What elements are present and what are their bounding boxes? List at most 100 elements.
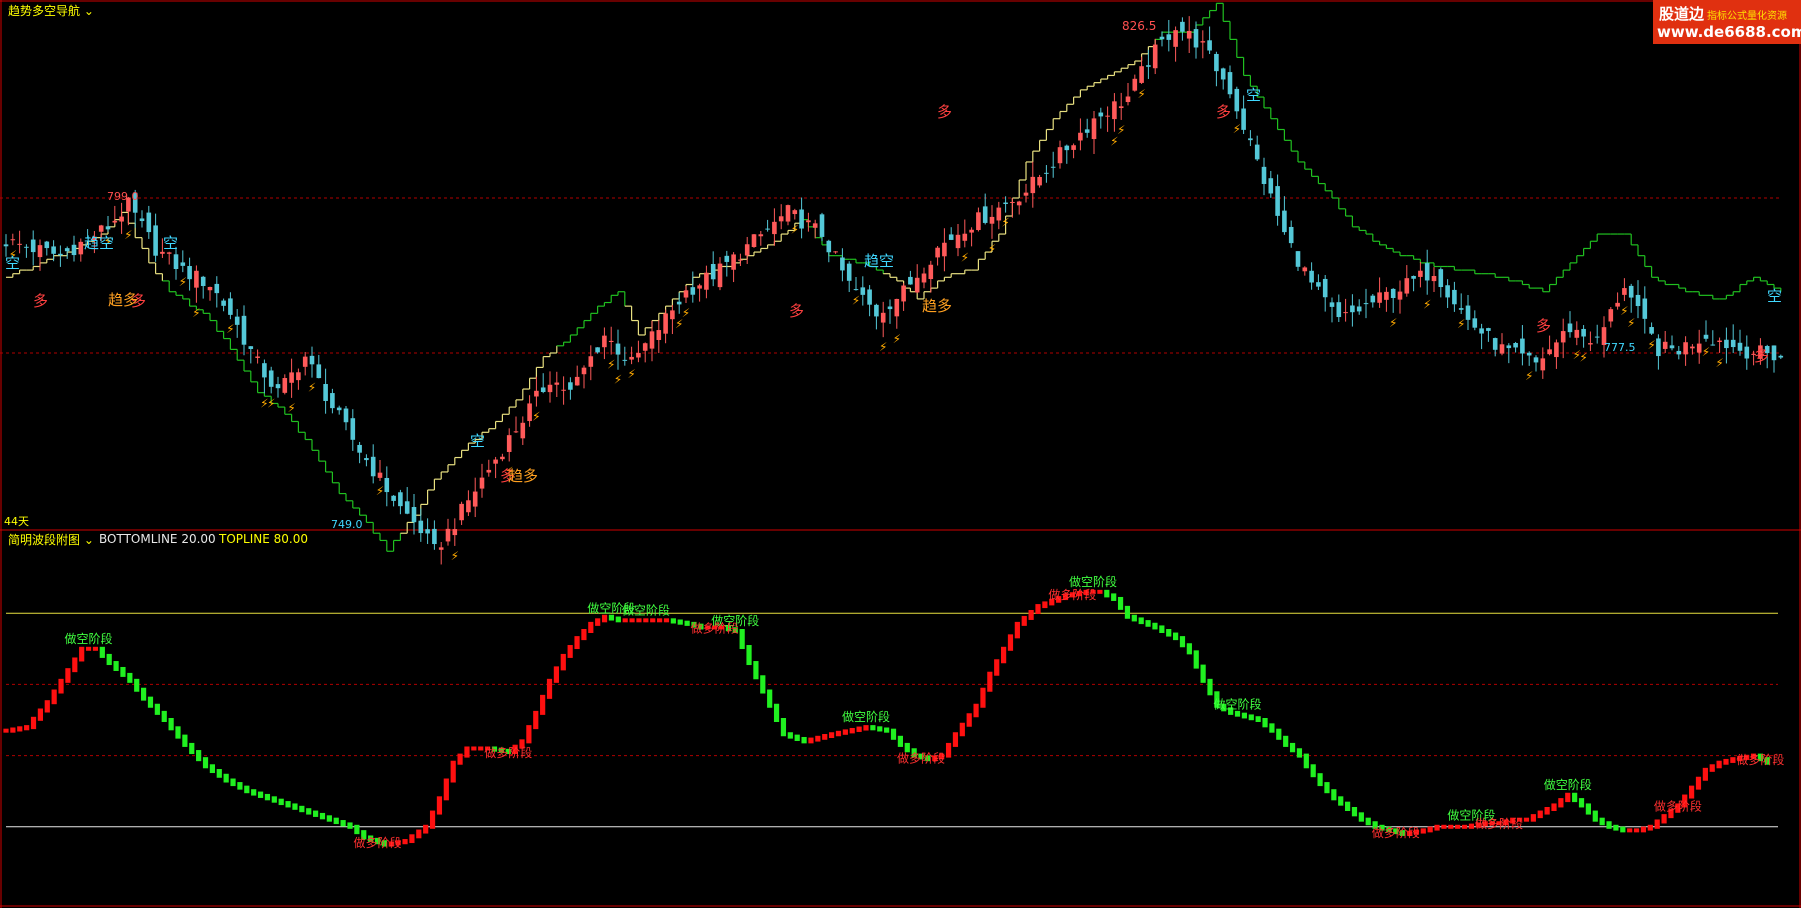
wave-bar [1723, 758, 1729, 765]
stage-label: 做空阶段 [622, 602, 670, 617]
wave-bar [677, 619, 683, 625]
wave-bar [1530, 814, 1536, 822]
candle-body [1479, 328, 1484, 334]
candle-body [391, 495, 396, 501]
wave-bar [37, 708, 43, 721]
candle-body [1588, 343, 1593, 345]
candle-body [1003, 202, 1008, 204]
candle-body [615, 343, 621, 355]
wave-bar [257, 791, 264, 798]
candle-body [44, 241, 50, 249]
candle-body [1737, 342, 1743, 351]
wave-bar [1276, 728, 1282, 740]
wave-bar [182, 734, 188, 747]
candle-body [602, 335, 607, 348]
candle-body [472, 491, 478, 507]
candle-body [1404, 278, 1410, 294]
candle-body [1248, 138, 1253, 141]
candle-body [1227, 72, 1233, 95]
wave-bar [1565, 792, 1571, 803]
candle-body [64, 248, 70, 252]
candle-body [908, 276, 913, 285]
candle-body [493, 459, 498, 464]
wave-bar [842, 729, 848, 735]
lightning-icon: ⚡ [614, 373, 622, 387]
candle-body [1030, 176, 1036, 194]
wave-bar [670, 618, 676, 624]
wave-bar [1544, 807, 1550, 815]
wave-bar [1695, 776, 1702, 790]
candle-body [1622, 288, 1627, 295]
main-indicator-title[interactable]: 趋势多空导航 ⌄ [8, 2, 94, 19]
wave-bar [175, 726, 181, 739]
wave-bar [1647, 824, 1653, 831]
wave-bar [1207, 678, 1213, 696]
wave-bar [244, 785, 250, 794]
candle-body [316, 364, 322, 379]
candle-body [1683, 342, 1688, 355]
wave-bar [1448, 824, 1454, 829]
wave-bar [120, 666, 126, 677]
sub-indicator-title[interactable]: 简明波段附图 ⌄ [8, 531, 94, 548]
candle-body [1091, 118, 1097, 140]
wave-bar [973, 703, 979, 718]
wave-bar [1124, 605, 1131, 619]
wave-bar [1365, 817, 1371, 826]
lightning-icon: ⚡ [124, 228, 132, 242]
watermark-tagline: 指标公式量化资源 [1707, 11, 1787, 22]
bull-marker-label: 多 [937, 103, 952, 121]
candle-body [581, 367, 587, 375]
wave-bar [526, 725, 532, 744]
candle-body [690, 287, 696, 295]
wave-bar [877, 726, 883, 732]
candle-body [1635, 294, 1641, 307]
wave-bar [271, 796, 277, 803]
wave-bar [581, 629, 587, 641]
wave-bar [1633, 828, 1640, 833]
candle-body [1594, 336, 1600, 338]
candle-body [71, 244, 77, 256]
candle-body [1520, 338, 1525, 354]
candle-body [935, 247, 940, 258]
candle-body [1778, 355, 1784, 358]
candle-body [1452, 289, 1457, 305]
wave-bar [1551, 803, 1557, 811]
candle-body [200, 276, 206, 287]
lightning-icon: ⚡ [376, 484, 384, 498]
candle-body [1356, 306, 1362, 312]
candle-body [241, 315, 247, 345]
candle-body [207, 286, 213, 291]
wave-bar [1572, 792, 1578, 803]
bear-marker-label: 空 [163, 234, 178, 252]
wave-bar [99, 646, 105, 658]
lightning-icon: ⚡ [1457, 317, 1465, 331]
wave-bar [436, 796, 443, 815]
candle-body [1608, 309, 1614, 322]
wave-bar [464, 746, 470, 758]
wave-bar [1283, 735, 1289, 747]
wave-bar [65, 668, 71, 683]
chevron-down-icon[interactable]: ⌄ [80, 533, 94, 547]
wave-bar [161, 710, 167, 722]
wave-bar [237, 782, 243, 790]
candle-body [24, 246, 29, 248]
stage-label: 做空阶段 [842, 709, 890, 724]
chevron-down-icon[interactable]: ⌄ [80, 4, 94, 18]
wave-bar [443, 778, 449, 801]
wave-bar [1317, 773, 1323, 787]
wave-bar [794, 734, 800, 741]
candle-body [1309, 270, 1314, 283]
candle-body [1574, 329, 1580, 338]
wave-bar [1461, 824, 1468, 829]
wave-bar [1606, 821, 1612, 829]
stage-label: 做空阶段 [1544, 777, 1592, 792]
wave-bar [85, 646, 92, 651]
lightning-icon: ⚡ [879, 340, 887, 354]
candle-body [758, 234, 764, 237]
wave-bar [251, 789, 257, 796]
wave-bar [1661, 814, 1667, 824]
candle-body [160, 251, 165, 254]
bear-marker-label: 空 [470, 432, 485, 450]
wave-bar [560, 653, 566, 671]
candle-body [826, 240, 832, 253]
